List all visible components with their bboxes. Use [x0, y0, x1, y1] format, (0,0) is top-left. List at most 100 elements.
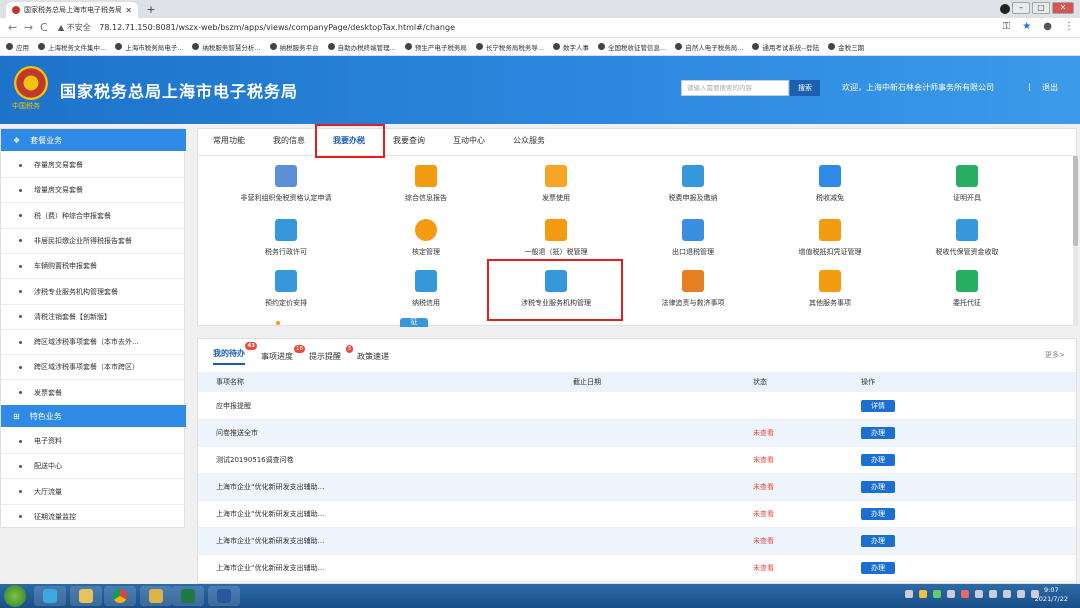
bookmark-item[interactable]: 通用考试系统--登陆	[752, 42, 819, 52]
tray-icon-3[interactable]	[933, 590, 941, 598]
sidebar-section-header[interactable]: ⊞ 特色业务	[1, 405, 186, 427]
details-button[interactable]: 详情	[861, 400, 895, 412]
service-item[interactable]: 增值税抵扣凭证管理	[760, 219, 900, 257]
tray-icon-5[interactable]	[961, 590, 969, 598]
profile-icon[interactable]	[1000, 4, 1010, 14]
handle-button[interactable]: 办理	[861, 481, 895, 493]
bookmark-item[interactable]: 上海税务文件集中...	[38, 42, 106, 52]
service-label: 税费申报及缴纳	[668, 194, 718, 202]
tab-6[interactable]: 公众服务	[513, 135, 573, 146]
tray-icon-2[interactable]	[919, 590, 927, 598]
sidebar-section-header[interactable]: ❖ 套餐业务	[1, 129, 186, 151]
service-item[interactable]: 税务行政许可	[216, 219, 356, 257]
new-tab-button[interactable]: +	[144, 3, 158, 17]
tab-1[interactable]: 常用功能	[213, 135, 273, 146]
bookmark-item[interactable]: 纳税服务平台	[269, 42, 319, 52]
bookmark-item[interactable]: 上海市税务局电子...	[115, 42, 183, 52]
sidebar-item[interactable]: 车辆购置税申报套餐	[1, 254, 186, 280]
service-item[interactable]: 税收减免	[760, 165, 900, 203]
bookmark-item[interactable]: 全国税收征管信息...	[598, 42, 666, 52]
service-item[interactable]: 发票使用	[486, 165, 626, 203]
bookmark-item[interactable]: 长宁税务局税务导...	[475, 42, 544, 52]
sidebar-item[interactable]: 电子资料	[1, 429, 186, 454]
sidebar-item[interactable]: 涉税专业服务机构管理套餐	[1, 280, 186, 305]
service-item[interactable]: 综合信息报告	[356, 165, 496, 203]
forward-button[interactable]: →	[24, 21, 33, 34]
service-item[interactable]: 一般退（抵）税管理	[486, 219, 626, 257]
tray-icon-9[interactable]	[1017, 590, 1025, 598]
bookmark-item[interactable]: 应用	[6, 42, 29, 52]
bookmark-item[interactable]: 纳税服务智慧分析...	[192, 42, 261, 52]
start-button[interactable]	[4, 585, 26, 607]
service-item[interactable]: 预约定价安排	[216, 270, 356, 308]
service-item[interactable]: 其他服务事项	[760, 270, 900, 308]
sidebar-item[interactable]: 清税注销套餐【创新版】	[1, 305, 186, 330]
maximize-button[interactable]: □	[1032, 2, 1050, 14]
logout-link[interactable]: 退出	[1042, 82, 1058, 93]
url-field[interactable]: ▲ 不安全 78.12.71.150:8081/wszx-web/bszm/ap…	[58, 21, 1018, 35]
reload-button[interactable]: C	[40, 21, 48, 34]
browser-tab[interactable]: 国家税务总局上海市电子税务局 ✕	[6, 2, 138, 18]
service-item[interactable]: 税费申报及缴纳	[623, 165, 763, 203]
service-item[interactable]: 委托代征	[897, 270, 1037, 308]
tray-icon-1[interactable]	[905, 590, 913, 598]
taskbar-folder2-button[interactable]	[140, 586, 172, 606]
handle-button[interactable]: 办理	[861, 454, 895, 466]
menu-icon[interactable]: ⋮	[1064, 21, 1074, 32]
todo-tab-2[interactable]: 事项进度 18	[261, 345, 305, 362]
sidebar-item[interactable]: 发票套餐	[1, 381, 186, 406]
scrollbar-thumb[interactable]	[1073, 156, 1078, 246]
todo-tab-1[interactable]: 我的待办 43	[213, 342, 257, 365]
minimize-button[interactable]: –	[1012, 2, 1030, 14]
tray-icon-6[interactable]	[975, 590, 983, 598]
handle-button[interactable]: 办理	[861, 427, 895, 439]
tray-icon-4[interactable]	[947, 590, 955, 598]
taskbar-excel-button[interactable]	[172, 586, 204, 606]
service-item[interactable]: 非营利组织免税资格认定申请	[216, 165, 356, 203]
service-item[interactable]: 税收代保管资金收取	[897, 219, 1037, 257]
handle-button[interactable]: 办理	[861, 535, 895, 547]
item-action-cell: 办理	[853, 535, 973, 547]
todo-tab-3[interactable]: 提示提醒 3	[309, 345, 353, 362]
sidebar-item[interactable]: 增量房交易套餐	[1, 178, 186, 204]
search-input[interactable]: 请输入需要搜索的内容	[681, 80, 789, 96]
service-item[interactable]: 证明开具	[897, 165, 1037, 203]
todo-tab-4[interactable]: 政策速递	[357, 351, 389, 362]
sidebar-item[interactable]: 跨区域涉税事项套餐（本市去外...	[1, 330, 186, 356]
service-item[interactable]: 出口退税管理	[623, 219, 763, 257]
sidebar-item[interactable]: 非居民扣缴企业所得税报告套餐	[1, 229, 186, 254]
tray-icon-7[interactable]	[989, 590, 997, 598]
sidebar-item[interactable]: 大厅流量	[1, 480, 186, 505]
bookmark-item[interactable]: 自然人电子税务局...	[675, 42, 743, 52]
sidebar-item[interactable]: 配送中心	[1, 454, 186, 480]
sidebar-item[interactable]: 存量房交易套餐	[1, 153, 186, 178]
taskbar-explorer-button[interactable]	[70, 586, 102, 606]
taskbar-chrome-button[interactable]	[104, 586, 136, 606]
taskbar-clock[interactable]: 9:07 2021/7/22	[1035, 586, 1068, 604]
close-window-button[interactable]: ✕	[1052, 2, 1074, 14]
bookmark-item[interactable]: 自助办税终端管理...	[327, 42, 396, 52]
handle-button[interactable]: 办理	[861, 508, 895, 520]
tray-icon-8[interactable]	[1003, 590, 1011, 598]
handle-button[interactable]: 办理	[861, 562, 895, 574]
sidebar-item[interactable]: 跨区域涉税事项套餐（本市跨区）	[1, 355, 186, 381]
taskbar-ie-button[interactable]	[34, 586, 66, 606]
tab-5[interactable]: 互动中心	[453, 135, 513, 146]
tab-4[interactable]: 我要查询	[393, 135, 453, 146]
service-item[interactable]: 核定管理	[356, 219, 496, 257]
close-tab-icon[interactable]: ✕	[125, 6, 132, 15]
sidebar-item[interactable]: 税（费）种综合申报套餐	[1, 204, 186, 229]
more-link[interactable]: 更多>	[1045, 350, 1065, 360]
key-icon[interactable]: ⚿	[1003, 21, 1011, 32]
sidebar-item[interactable]: 征期流量监控	[1, 505, 186, 530]
service-item[interactable]: 纳税信用	[356, 270, 496, 308]
taskbar-word-button[interactable]	[208, 586, 240, 606]
search-button[interactable]: 搜索	[790, 80, 820, 96]
bookmark-item[interactable]: 金税三期	[828, 42, 864, 52]
service-item[interactable]: 法律追责与救济事项	[623, 270, 763, 308]
star-icon[interactable]: ★	[1022, 21, 1031, 32]
account-icon[interactable]: ●	[1043, 21, 1052, 32]
bookmark-item[interactable]: 数字人事	[553, 42, 589, 52]
bookmark-item[interactable]: 预生产电子税务局	[404, 42, 467, 52]
back-button[interactable]: ←	[8, 21, 17, 34]
